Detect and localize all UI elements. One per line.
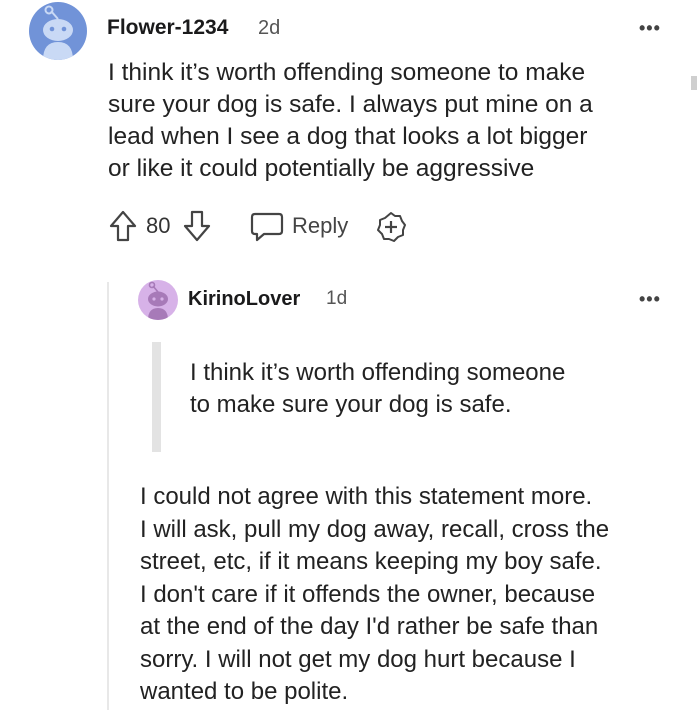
comment-username[interactable]: Flower-1234 bbox=[107, 16, 228, 40]
quote-bar bbox=[152, 342, 161, 452]
scrollbar-thumb[interactable] bbox=[691, 76, 697, 90]
vote-count: 80 bbox=[146, 213, 171, 238]
more-options-icon[interactable]: ••• bbox=[639, 18, 661, 39]
more-options-icon[interactable]: ••• bbox=[639, 289, 661, 310]
snoo-avatar-icon bbox=[29, 2, 87, 60]
avatar[interactable] bbox=[29, 2, 87, 60]
thread-line[interactable] bbox=[107, 282, 109, 710]
reply-username[interactable]: KirinoLover bbox=[188, 288, 300, 311]
reply-age: 1d bbox=[326, 288, 348, 309]
comment-age: 2d bbox=[258, 17, 281, 39]
reply-label: Reply bbox=[292, 213, 349, 238]
reply-body: I could not agree with this statement mo… bbox=[140, 483, 610, 705]
reply-avatar[interactable] bbox=[138, 280, 178, 320]
comment-body: I think it’s worth offending someone to … bbox=[108, 59, 593, 182]
reply-bubble-icon bbox=[250, 212, 284, 242]
upvote-icon[interactable] bbox=[109, 209, 137, 243]
award-plus-icon[interactable] bbox=[375, 211, 407, 243]
downvote-icon[interactable] bbox=[183, 209, 211, 243]
snoo-avatar-icon bbox=[138, 280, 178, 320]
reply-button[interactable]: Reply bbox=[250, 210, 360, 244]
reply-quote: I think it’s worth offending someone to … bbox=[190, 359, 566, 418]
